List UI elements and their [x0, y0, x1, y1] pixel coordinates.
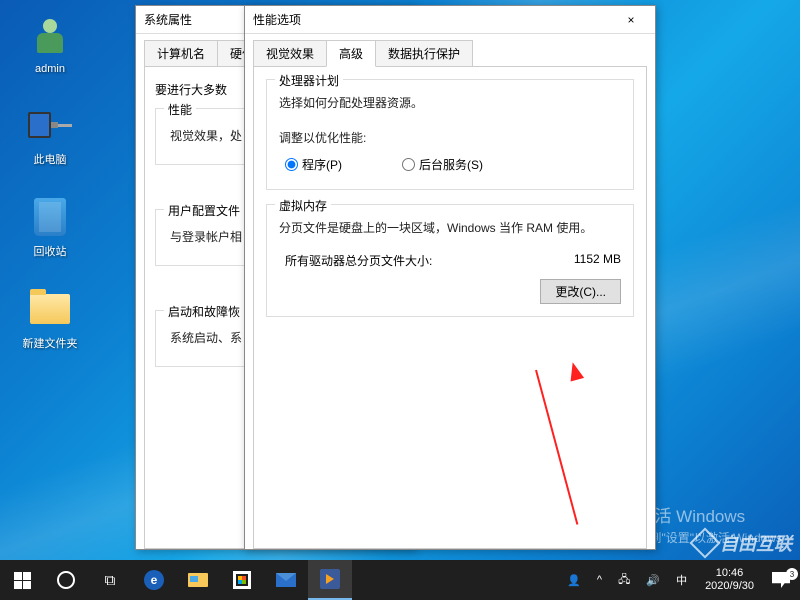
activate-line1: 激活 Windows: [637, 502, 782, 527]
desktop-icon-label: 新建文件夹: [23, 335, 78, 351]
ime-indicator: 中: [676, 572, 687, 588]
vm-total-value: 1152 MB: [574, 252, 621, 269]
desktop-icon-label: 回收站: [34, 243, 67, 259]
group-title: 性能: [164, 101, 196, 118]
media-player-icon: [320, 569, 340, 589]
vm-total-label: 所有驱动器总分页文件大小:: [285, 252, 432, 269]
radio-programs[interactable]: 程序(P): [285, 156, 342, 173]
watermark-icon: [689, 527, 720, 558]
store-icon: [233, 571, 251, 589]
computer-icon: [28, 103, 72, 147]
tray-clock[interactable]: 10:46 2020/9/30: [699, 567, 760, 593]
recycle-bin-icon: [28, 195, 72, 239]
notification-badge: 3: [786, 568, 798, 580]
taskbar-app-media[interactable]: [308, 560, 352, 600]
desktop-icon-this-pc[interactable]: 此电脑: [10, 103, 90, 167]
cortana-icon: [57, 571, 75, 589]
clock-date: 2020/9/30: [705, 580, 754, 593]
desktop-icon-admin[interactable]: admin: [10, 15, 90, 75]
processor-desc: 选择如何分配处理器资源。: [279, 94, 621, 111]
desktop-icon-label: admin: [35, 63, 65, 75]
chevron-up-icon: ^: [597, 574, 602, 586]
window-performance-options[interactable]: 性能选项 × 视觉效果 高级 数据执行保护 处理器计划 选择如何分配处理器资源。…: [244, 5, 656, 550]
group-title: 用户配置文件: [164, 202, 244, 219]
group-title: 虚拟内存: [275, 197, 331, 214]
tray-volume[interactable]: 🔊: [642, 574, 664, 587]
tray-notifications[interactable]: 3: [768, 572, 794, 588]
tray-people[interactable]: 👤: [563, 574, 585, 587]
cortana-button[interactable]: [44, 560, 88, 600]
speaker-icon: 🔊: [646, 574, 660, 587]
mail-icon: [276, 573, 296, 587]
tab-computer-name[interactable]: 计算机名: [144, 40, 218, 66]
tab-dep[interactable]: 数据执行保护: [375, 40, 473, 66]
task-view-icon: ⧉: [99, 569, 121, 591]
group-title: 处理器计划: [275, 72, 343, 89]
window-title: 性能选项: [253, 11, 301, 28]
tray-ime[interactable]: 中: [672, 572, 691, 588]
group-processor-scheduling: 处理器计划 选择如何分配处理器资源。 调整以优化性能: 程序(P) 后台服务(S…: [266, 79, 634, 190]
taskbar[interactable]: ⧉ e 👤 ^ 🖧 🔊 中 10:46 2020/9/30 3: [0, 560, 800, 600]
task-view-button[interactable]: ⧉: [88, 560, 132, 600]
windows-logo-icon: [14, 572, 31, 589]
close-button[interactable]: ×: [615, 10, 647, 30]
desktop-icons: admin 此电脑 回收站 新建文件夹: [10, 15, 90, 379]
radio-programs-input[interactable]: [285, 158, 298, 171]
people-icon: 👤: [567, 574, 581, 587]
edge-icon: e: [144, 570, 164, 590]
watermark-text: 自由互联: [720, 530, 792, 556]
folder-icon: [28, 287, 72, 331]
tab-visual-effects[interactable]: 视觉效果: [253, 40, 327, 66]
window-title: 系统属性: [144, 11, 192, 28]
tab-advanced[interactable]: 高级: [326, 40, 376, 67]
group-virtual-memory: 虚拟内存 分页文件是硬盘上的一块区域，Windows 当作 RAM 使用。 所有…: [266, 204, 634, 317]
radio-label: 程序(P): [302, 156, 342, 173]
clock-time: 10:46: [705, 567, 754, 580]
taskbar-app-store[interactable]: [220, 560, 264, 600]
tray-network[interactable]: 🖧: [614, 571, 634, 590]
file-explorer-icon: [188, 573, 208, 587]
radio-background-input[interactable]: [402, 158, 415, 171]
optimize-label: 调整以优化性能:: [279, 129, 621, 146]
desktop-icon-new-folder[interactable]: 新建文件夹: [10, 287, 90, 351]
desktop-icon-label: 此电脑: [34, 151, 67, 167]
site-watermark: 自由互联: [694, 530, 792, 556]
radio-label: 后台服务(S): [419, 156, 483, 173]
titlebar[interactable]: 性能选项 ×: [245, 6, 655, 34]
taskbar-app-explorer[interactable]: [176, 560, 220, 600]
tab-row: 视觉效果 高级 数据执行保护: [245, 34, 655, 66]
start-button[interactable]: [0, 560, 44, 600]
vm-desc: 分页文件是硬盘上的一块区域，Windows 当作 RAM 使用。: [279, 219, 621, 236]
group-title: 启动和故障恢: [164, 303, 244, 320]
radio-background[interactable]: 后台服务(S): [402, 156, 483, 173]
user-icon: [28, 15, 72, 59]
desktop-icon-recycle-bin[interactable]: 回收站: [10, 195, 90, 259]
taskbar-app-edge[interactable]: e: [132, 560, 176, 600]
taskbar-app-mail[interactable]: [264, 560, 308, 600]
tab-content: 处理器计划 选择如何分配处理器资源。 调整以优化性能: 程序(P) 后台服务(S…: [253, 66, 647, 549]
tray-overflow[interactable]: ^: [593, 574, 606, 586]
network-icon: 🖧: [618, 571, 630, 590]
change-button[interactable]: 更改(C)...: [540, 279, 621, 304]
